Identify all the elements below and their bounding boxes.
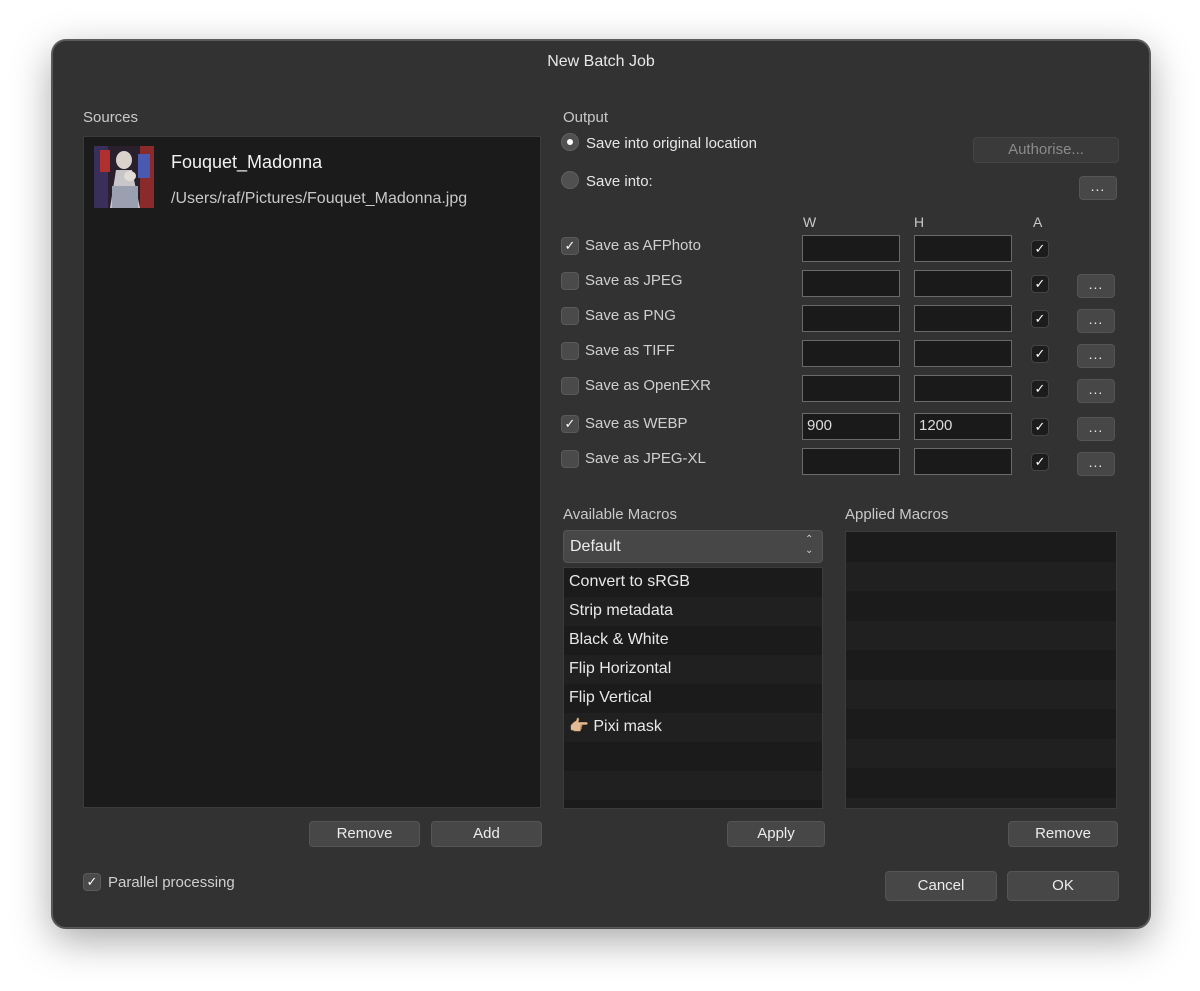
alpha-checkbox[interactable]: ✓ xyxy=(1031,310,1049,328)
alpha-column-header: A xyxy=(1033,214,1043,230)
available-macros-list[interactable]: Convert to sRGB Strip metadata Black & Whi… xyxy=(563,567,823,809)
macro-category-select[interactable]: Default ⌃ ⌄ xyxy=(563,530,823,563)
width-field[interactable] xyxy=(802,448,900,475)
format-label: Save as JPEG-XL xyxy=(585,450,706,467)
format-checkbox[interactable] xyxy=(561,342,579,360)
format-label: Save as PNG xyxy=(585,307,676,324)
height-field[interactable] xyxy=(914,448,1012,475)
applied-macro-empty-row xyxy=(846,532,1116,561)
alpha-checkbox[interactable]: ✓ xyxy=(1031,240,1049,258)
width-field[interactable] xyxy=(802,340,900,367)
applied-macro-empty-row xyxy=(846,561,1116,591)
format-checkbox[interactable]: ✓ xyxy=(561,415,579,433)
cancel-button[interactable]: Cancel xyxy=(885,871,997,901)
ok-button[interactable]: OK xyxy=(1007,871,1119,901)
height-field[interactable] xyxy=(914,270,1012,297)
applied-macro-empty-row xyxy=(846,797,1116,808)
format-options-button[interactable]: ... xyxy=(1077,344,1115,368)
remove-macro-button[interactable]: Remove xyxy=(1008,821,1118,847)
apply-macro-button[interactable]: Apply xyxy=(727,821,825,847)
format-options-button[interactable]: ... xyxy=(1077,379,1115,403)
applied-macro-empty-row xyxy=(846,620,1116,650)
save-original-radio[interactable] xyxy=(561,133,579,151)
add-source-button[interactable]: Add xyxy=(431,821,542,847)
applied-macro-empty-row xyxy=(846,738,1116,768)
width-field[interactable]: 900 xyxy=(802,413,900,440)
macro-category-value: Default xyxy=(570,538,621,555)
applied-macros-label: Applied Macros xyxy=(845,506,949,523)
applied-macro-empty-row xyxy=(846,679,1116,709)
format-options-button[interactable]: ... xyxy=(1077,309,1115,333)
alpha-checkbox[interactable]: ✓ xyxy=(1031,380,1049,398)
height-column-header: H xyxy=(914,214,925,230)
alpha-checkbox[interactable]: ✓ xyxy=(1031,418,1049,436)
width-column-header: W xyxy=(803,214,817,230)
alpha-checkbox[interactable]: ✓ xyxy=(1031,345,1049,363)
applied-macro-empty-row xyxy=(846,768,1116,797)
new-batch-job-dialog: New Batch Job Sources Fouquet_Madonna /U… xyxy=(52,40,1150,928)
macro-item[interactable]: Flip Vertical xyxy=(564,684,822,713)
authorise-button[interactable]: Authorise... xyxy=(973,137,1119,163)
save-into-radio[interactable] xyxy=(561,171,579,189)
applied-macro-empty-row xyxy=(846,709,1116,738)
available-macros-label: Available Macros xyxy=(563,506,677,523)
macro-empty-row xyxy=(564,742,822,771)
height-field[interactable] xyxy=(914,375,1012,402)
format-options-button[interactable]: ... xyxy=(1077,274,1115,298)
macro-item[interactable]: 👉🏼 Pixi mask xyxy=(564,713,822,742)
chevron-updown-icon: ⌃ ⌄ xyxy=(805,534,814,556)
source-path: /Users/raf/Pictures/Fouquet_Madonna.jpg xyxy=(171,190,468,207)
sources-list[interactable]: Fouquet_Madonna /Users/raf/Pictures/Fouq… xyxy=(83,136,541,808)
macro-item[interactable]: Convert to sRGB xyxy=(564,568,822,597)
format-label: Save as TIFF xyxy=(585,342,675,359)
source-item[interactable]: Fouquet_Madonna /Users/raf/Pictures/Fouq… xyxy=(84,143,540,209)
parallel-processing-label: Parallel processing xyxy=(108,874,235,891)
alpha-checkbox[interactable]: ✓ xyxy=(1031,275,1049,293)
macro-item[interactable]: Strip metadata xyxy=(564,597,822,626)
width-field[interactable] xyxy=(802,270,900,297)
format-checkbox[interactable]: ✓ xyxy=(561,237,579,255)
sources-label: Sources xyxy=(83,109,139,126)
applied-macro-empty-row xyxy=(846,591,1116,620)
applied-macro-empty-row xyxy=(846,650,1116,679)
format-label: Save as AFPhoto xyxy=(585,237,701,254)
save-original-label: Save into original location xyxy=(586,135,757,152)
alpha-checkbox[interactable]: ✓ xyxy=(1031,453,1049,471)
remove-source-button[interactable]: Remove xyxy=(309,821,420,847)
macro-item[interactable]: Black & White xyxy=(564,626,822,655)
dialog-title: New Batch Job xyxy=(547,53,655,70)
height-field[interactable] xyxy=(914,305,1012,332)
format-checkbox[interactable] xyxy=(561,377,579,395)
width-field[interactable] xyxy=(802,235,900,262)
format-checkbox[interactable] xyxy=(561,450,579,468)
applied-macros-list[interactable] xyxy=(845,531,1117,809)
macro-item[interactable]: Flip Horizontal xyxy=(564,655,822,684)
source-thumbnail xyxy=(94,146,154,208)
format-checkbox[interactable] xyxy=(561,272,579,290)
parallel-processing-checkbox[interactable]: ✓ xyxy=(83,873,101,891)
source-name: Fouquet_Madonna xyxy=(171,152,323,172)
output-label: Output xyxy=(563,109,609,126)
format-options-button[interactable]: ... xyxy=(1077,417,1115,441)
format-label: Save as WEBP xyxy=(585,415,688,432)
save-into-label: Save into: xyxy=(586,173,653,190)
format-label: Save as JPEG xyxy=(585,272,683,289)
height-field[interactable]: 1200 xyxy=(914,413,1012,440)
format-options-button[interactable]: ... xyxy=(1077,452,1115,476)
height-field[interactable] xyxy=(914,235,1012,262)
width-field[interactable] xyxy=(802,305,900,332)
height-field[interactable] xyxy=(914,340,1012,367)
macro-empty-row xyxy=(564,771,822,800)
format-label: Save as OpenEXR xyxy=(585,377,711,394)
width-field[interactable] xyxy=(802,375,900,402)
format-checkbox[interactable] xyxy=(561,307,579,325)
browse-folder-button[interactable]: ... xyxy=(1079,176,1117,200)
